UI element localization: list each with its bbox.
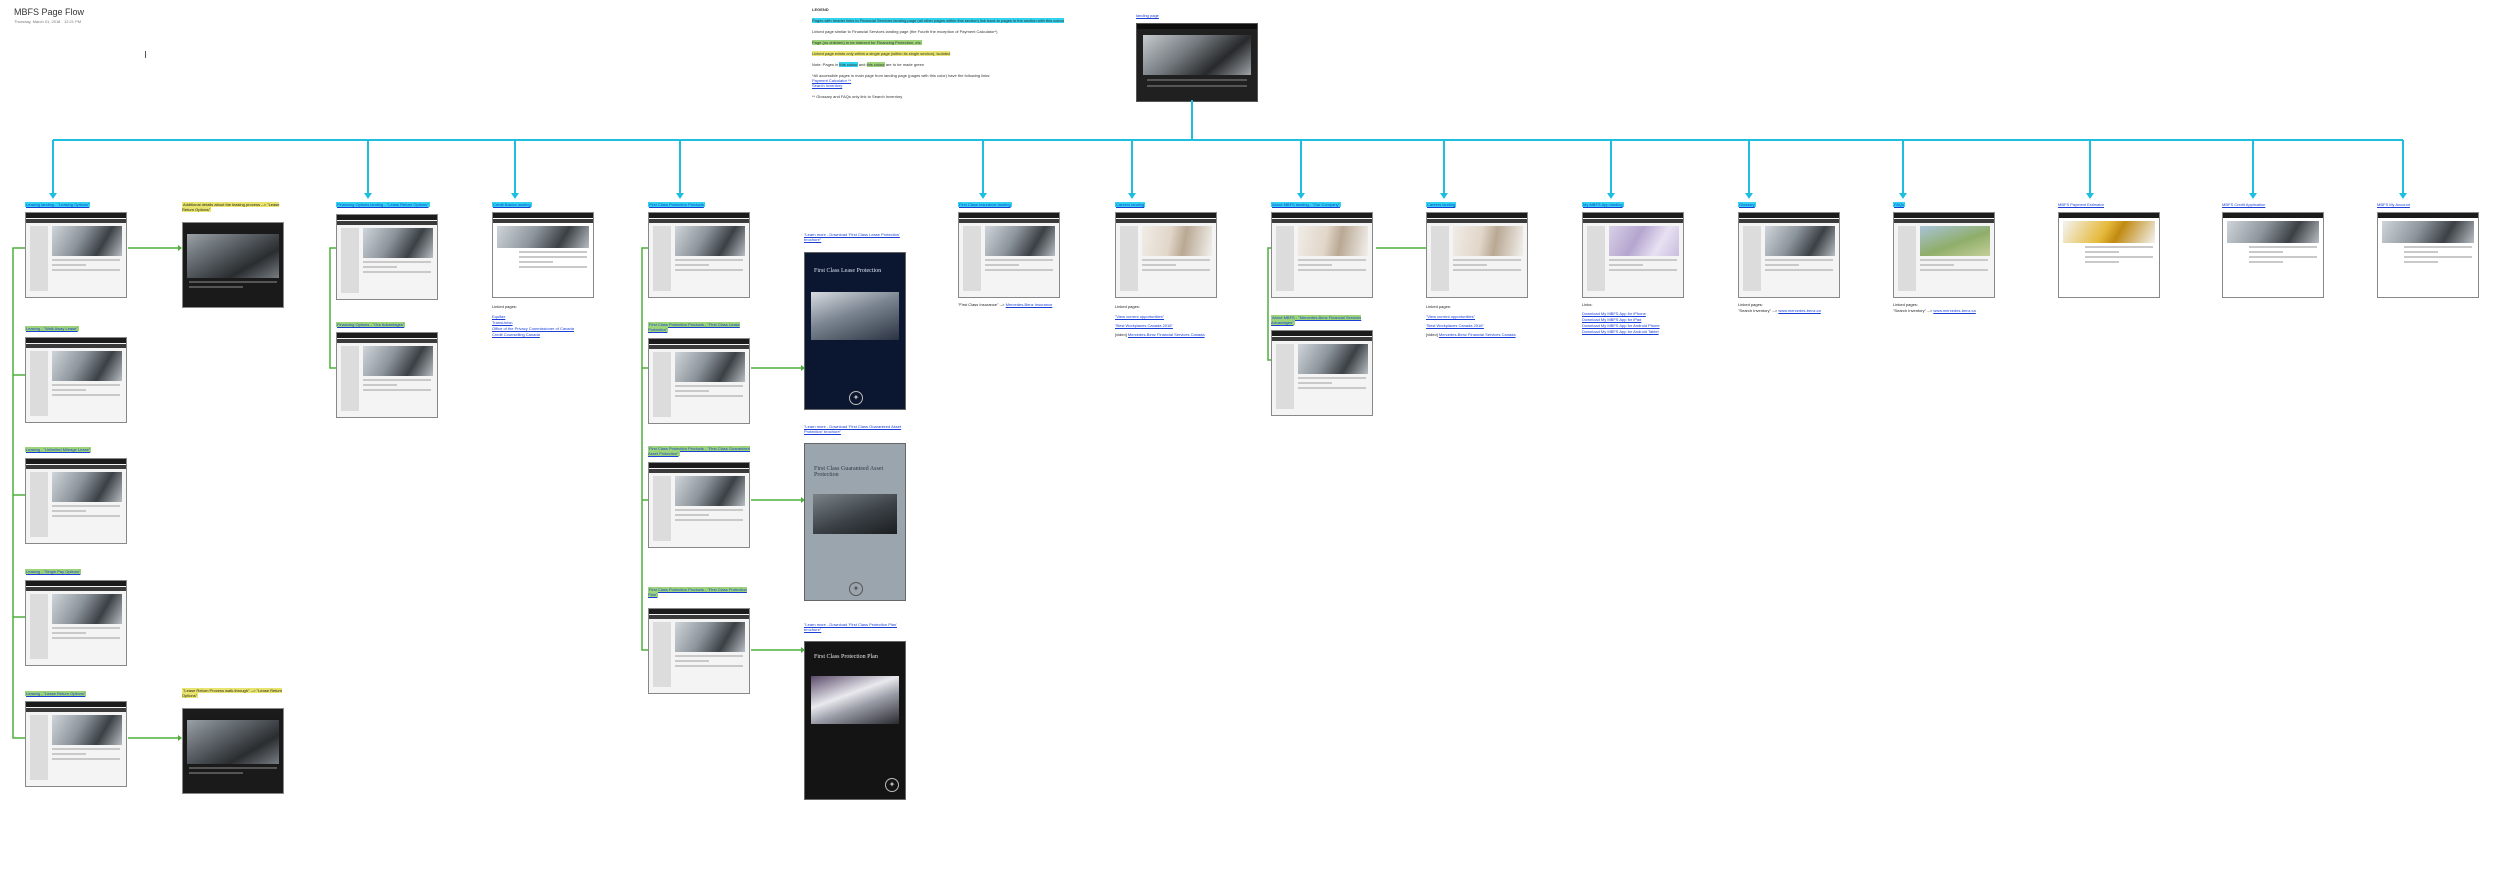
node-label-lease-return-options[interactable]: Leasing - "Lease Return Options" (25, 691, 125, 696)
star-logo-icon: ✦ (849, 391, 863, 405)
page-thumbnail-payment-estimator[interactable] (2058, 212, 2160, 298)
connector-lines (12, 100, 2407, 741)
link-faqs-inventory[interactable]: www.mercedes-benz.ca (1933, 308, 1975, 313)
node-label-leasing[interactable]: Leasing landing - "Leasing Options" (25, 202, 125, 207)
credit-linked-pages: Linked pages: Equifax TransUnion Office … (492, 304, 574, 338)
page-thumbnail-faqs[interactable] (1893, 212, 1995, 298)
page-thumbnail-leasing[interactable] (25, 212, 127, 298)
node-label-financing-options[interactable]: Financing Options landing - "Lease Retur… (336, 202, 440, 207)
page-thumbnail-lease-protection[interactable] (648, 338, 750, 424)
page-thumbnail-careers[interactable] (1115, 212, 1217, 298)
page-thumbnail-careers-2[interactable] (1426, 212, 1528, 298)
faqs-linked-pages: Linked pages: "Search Inventory" --> www… (1893, 302, 1976, 313)
node-label-guaranteed-asset-protection[interactable]: First Class Protection Products - "First… (648, 446, 752, 456)
node-label-credit-application[interactable]: MBFS Credit Application (2222, 202, 2326, 207)
page-thumbnail-walk-away-lease[interactable] (25, 337, 127, 423)
node-label-careers-2[interactable]: Careers landing (1426, 202, 1526, 207)
node-label-leasing-details[interactable]: Additional details about the leasing pro… (182, 202, 286, 212)
node-label-mbfs-advantages[interactable]: About MBFS - "Mercedes-Benz Financial Se… (1271, 315, 1375, 325)
star-logo-icon: ✦ (849, 582, 863, 596)
page-thumbnail-insurance[interactable] (958, 212, 1060, 298)
node-label-my-account[interactable]: MBFS My Account (2377, 202, 2481, 207)
link-mbfs-canada-video[interactable]: Mercedes-Benz Financial Services Canada (1128, 332, 1205, 337)
node-label-credit-basics[interactable]: Credit Basics landing (492, 202, 592, 207)
careers-linked-pages: Linked pages: "View current opportunitie… (1115, 304, 1205, 337)
page-thumbnail-mbfs-advantages[interactable] (1271, 330, 1373, 416)
link-app-android-tablet[interactable]: Download My MBFS App for Android Tablet (1582, 329, 1660, 335)
page-thumbnail-financing-options[interactable] (336, 214, 438, 300)
page-thumbnail-single-pay-options[interactable] (25, 580, 127, 666)
node-label-protection-products[interactable]: First Class Protection Products (648, 202, 748, 207)
node-label-unlimited-mileage-lease[interactable]: Leasing - "Unlimited Mileage Lease" (25, 447, 125, 452)
node-label-lease-protection[interactable]: First Class Protection Products - "First… (648, 322, 752, 332)
node-label-glossary[interactable]: Glossary (1738, 202, 1838, 207)
page-thumbnail-about-mbfs[interactable] (1271, 212, 1373, 298)
star-logo-icon: ✦ (885, 778, 899, 792)
page-thumbnail-credit-basics[interactable] (492, 212, 594, 298)
link-credit-counselling[interactable]: Credit Counselling Canada (492, 332, 574, 338)
page-thumbnail-protection-plan[interactable] (648, 608, 750, 694)
brochure-label-protection-plan[interactable]: "Learn more - Download 'First Class Prot… (804, 622, 908, 632)
node-label-payment-estimator[interactable]: MBFS Payment Estimator (2058, 202, 2162, 207)
node-label-our-advantages[interactable]: Financing Options - "Our Advantages" (336, 322, 440, 327)
node-label-about-mbfs[interactable]: About MBFS landing - "Our Company" (1271, 202, 1371, 207)
page-thumbnail-guaranteed-asset-protection[interactable] (648, 462, 750, 548)
node-label-careers[interactable]: Careers landing (1115, 202, 1215, 207)
page-thumbnail-lease-return-process[interactable] (182, 708, 284, 794)
careers-2-linked-pages: Linked pages: "View current opportunitie… (1426, 304, 1516, 337)
brochure-label-lease-protection[interactable]: "Learn more - Download 'First Class Leas… (804, 232, 908, 242)
node-label-my-mbfs-app[interactable]: My MBFS App landing (1582, 202, 1682, 207)
brochure-gap[interactable]: First Class Guaranteed Asset Protection … (804, 443, 906, 601)
page-thumbnail-protection-products[interactable] (648, 212, 750, 298)
page-thumbnail-our-advantages[interactable] (336, 332, 438, 418)
page-thumbnail-leasing-details[interactable] (182, 222, 284, 308)
node-label-lease-return-process[interactable]: "Lease Return Process walk-through" --> … (182, 688, 286, 698)
page-thumbnail-my-mbfs-app[interactable] (1582, 212, 1684, 298)
brochure-lease-protection[interactable]: First Class Lease Protection ✦ (804, 252, 906, 410)
glossary-linked-pages: Linked pages: "Search Inventory" --> www… (1738, 302, 1821, 313)
brochure-protection-plan[interactable]: First Class Protection Plan ✦ (804, 641, 906, 800)
node-label-single-pay-options[interactable]: Leasing - "Single Pay Options" (25, 569, 125, 574)
brochure-label-gap[interactable]: "Learn more - Download 'First Class Guar… (804, 424, 908, 434)
node-label-walk-away-lease[interactable]: Leasing - "Walk Away Lease" (25, 326, 125, 331)
page-thumbnail-my-account[interactable] (2377, 212, 2479, 298)
link-mbfs-canada-video-2[interactable]: Mercedes-Benz Financial Services Canada (1439, 332, 1516, 337)
page-thumbnail-glossary[interactable] (1738, 212, 1840, 298)
node-label-insurance[interactable]: First Class Insurance landing (958, 202, 1062, 207)
node-label-protection-plan[interactable]: First Class Protection Products - "First… (648, 587, 752, 597)
link-glossary-inventory[interactable]: www.mercedes-benz.ca (1778, 308, 1820, 313)
tree-lines (52, 100, 2404, 195)
page-thumbnail-credit-application[interactable] (2222, 212, 2324, 298)
page-thumbnail-lease-return-options[interactable] (25, 701, 127, 787)
app-links: Links: Download My MBFS App for iPhone D… (1582, 302, 1660, 335)
insurance-link-note: "First Class Insurance" --> Mercedes-Ben… (958, 302, 1053, 307)
tree-arrowheads (49, 193, 2407, 199)
link-mercedes-insurance[interactable]: Mercedes-Benz Insurance (1006, 302, 1053, 307)
page-thumbnail-unlimited-mileage-lease[interactable] (25, 458, 127, 544)
node-label-faqs[interactable]: FAQs (1893, 202, 1993, 207)
